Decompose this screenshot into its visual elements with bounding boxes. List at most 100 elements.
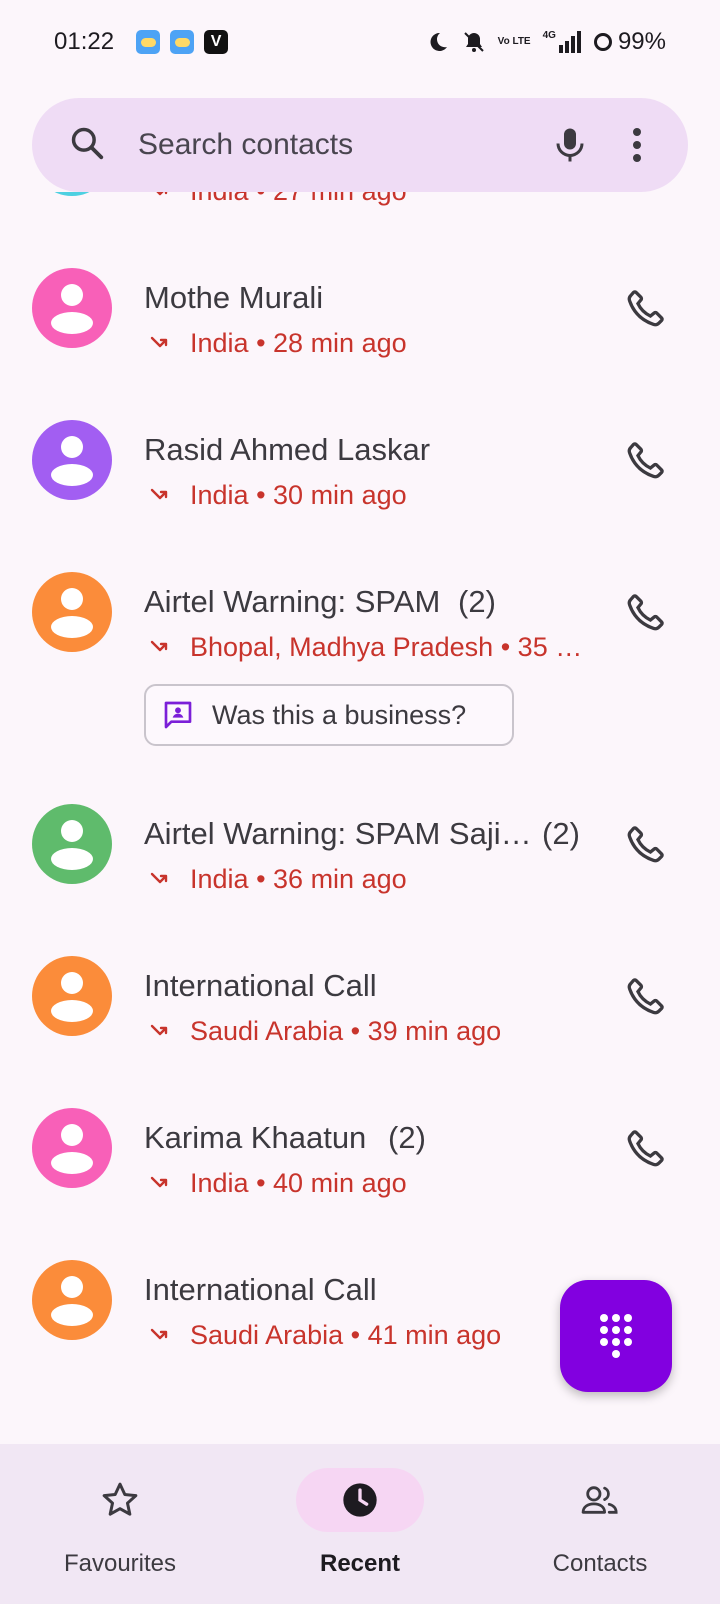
call-log-row[interactable]: India • 27 min ago [0,192,720,228]
call-location: India [190,480,249,510]
call-log-row[interactable]: International Call Saudi Arabia • 39 min… [0,916,720,1068]
avatar [32,956,112,1036]
business-chip-row: Was this a business? [0,684,720,764]
avatar [32,572,112,652]
phone-icon[interactable] [624,974,668,1018]
nav-label: Contacts [552,1550,648,1577]
missed-call-icon [150,488,168,499]
avatar [32,1108,112,1188]
battery-percent: 99% [617,28,666,55]
bottom-navigation: Favourites Recent Contacts [0,1444,720,1604]
call-time: 30 min ago [273,480,407,510]
contact-name: Mothe Murali [144,280,324,315]
business-chip-label: Was this a business? [212,699,467,730]
nav-favourites[interactable]: Favourites [0,1444,240,1604]
call-log-row[interactable]: Rasid Ahmed Laskar India • 30 min ago [0,380,720,532]
missed-call-icon [150,1176,168,1187]
contact-name: Airtel Warning: SPAM Saji… [144,816,532,851]
nav-recent[interactable]: Recent [240,1444,480,1604]
call-log-row[interactable]: Karima Khaatun (2) India • 40 min ago [0,1068,720,1220]
call-details: Saudi Arabia • 39 min ago [150,1016,501,1047]
call-time: 39 min ago [367,1016,502,1046]
search-icon[interactable] [68,124,106,167]
call-details: India • 40 min ago [150,1168,407,1199]
search-input[interactable] [136,127,526,163]
search-bar[interactable] [32,98,688,192]
call-count: (2) [458,584,496,619]
missed-call-icon [150,640,168,651]
weather-icon [136,30,161,54]
contact-name: International Call [144,1272,377,1307]
call-location: India [190,1168,249,1198]
business-feedback-chip[interactable]: Was this a business? [144,684,514,746]
missed-call-icon [150,1024,168,1035]
call-count: (2) [542,816,580,851]
call-button[interactable] [620,1122,672,1174]
weather-icon [170,30,195,54]
vivaldi-icon: V [204,30,229,54]
call-location: Saudi Arabia [190,1320,344,1350]
phone-icon[interactable] [624,1126,668,1170]
status-time: 01:22 [54,28,115,55]
contact-name: Airtel Warning: SPAM [144,584,441,619]
signal-icon: 4G [543,31,582,53]
call-button[interactable] [620,970,672,1022]
phone-icon[interactable] [624,438,668,482]
call-location: India [190,192,249,207]
call-button[interactable] [620,586,672,638]
status-bar: 01:22 V Vo LTE 4G 99% [0,0,720,84]
dialpad-icon [600,1314,632,1358]
call-details: Saudi Arabia • 41 min ago [150,1320,501,1351]
volte-icon: Vo LTE [497,36,531,47]
mic-icon[interactable] [546,121,593,169]
call-details: India • 27 min ago [150,192,407,207]
missed-call-icon [150,872,168,883]
avatar [32,420,112,500]
call-button[interactable] [620,434,672,486]
moon-icon [426,30,450,54]
call-location: Saudi Arabia [190,1016,344,1046]
call-count: (2) [388,1120,426,1155]
call-location: India [190,328,249,358]
call-details: India • 30 min ago [150,480,407,511]
contact-name: International Call [144,968,377,1003]
nav-contacts[interactable]: Contacts [480,1444,720,1604]
more-vert-icon[interactable] [613,121,660,169]
call-button[interactable] [620,282,672,334]
battery-icon [593,33,612,51]
nav-label: Favourites [63,1550,177,1577]
call-details: India • 28 min ago [150,328,407,359]
network-type: 4G [542,30,556,41]
call-location: India [190,864,249,894]
avatar [32,1260,112,1340]
missed-call-icon [150,1328,168,1339]
dialpad-button[interactable] [560,1280,672,1392]
phone-icon[interactable] [624,590,668,634]
recent-calls-list[interactable]: India • 27 min ago Mothe Murali India • … [0,192,720,1444]
clock-icon [340,1480,380,1520]
missed-call-icon [156,192,168,195]
call-time: 27 min ago [273,192,407,207]
call-time: 36 min ago [273,864,407,894]
phone-icon[interactable] [624,286,668,330]
call-log-row[interactable]: Airtel Warning: SPAM (2) Bhopal, Madhya … [0,532,720,684]
star-icon [100,1480,140,1520]
call-button[interactable] [620,818,672,870]
avatar [32,192,112,196]
call-details: India • 36 min ago [150,864,407,895]
contact-name: Karima Khaatun [144,1120,367,1155]
contact-name: Rasid Ahmed Laskar [144,432,431,467]
call-time: 40 min ago [273,1168,407,1198]
recent-calls-scroll: India • 27 min ago Mothe Murali India • … [0,192,720,1372]
avatar [32,804,112,884]
call-location: Bhopal, Madhya Pradesh [190,632,494,662]
avatar [32,268,112,348]
call-details: Bhopal, Madhya Pradesh • 35 … [150,632,582,663]
call-log-row[interactable]: Airtel Warning: SPAM Saji… (2) India • 3… [0,764,720,916]
call-time: 28 min ago [273,328,407,358]
nav-label: Recent [319,1550,401,1577]
call-time: 35 … [517,632,583,662]
call-log-row[interactable]: Mothe Murali India • 28 min ago [0,228,720,380]
business-message-icon [164,701,192,729]
phone-icon[interactable] [624,822,668,866]
